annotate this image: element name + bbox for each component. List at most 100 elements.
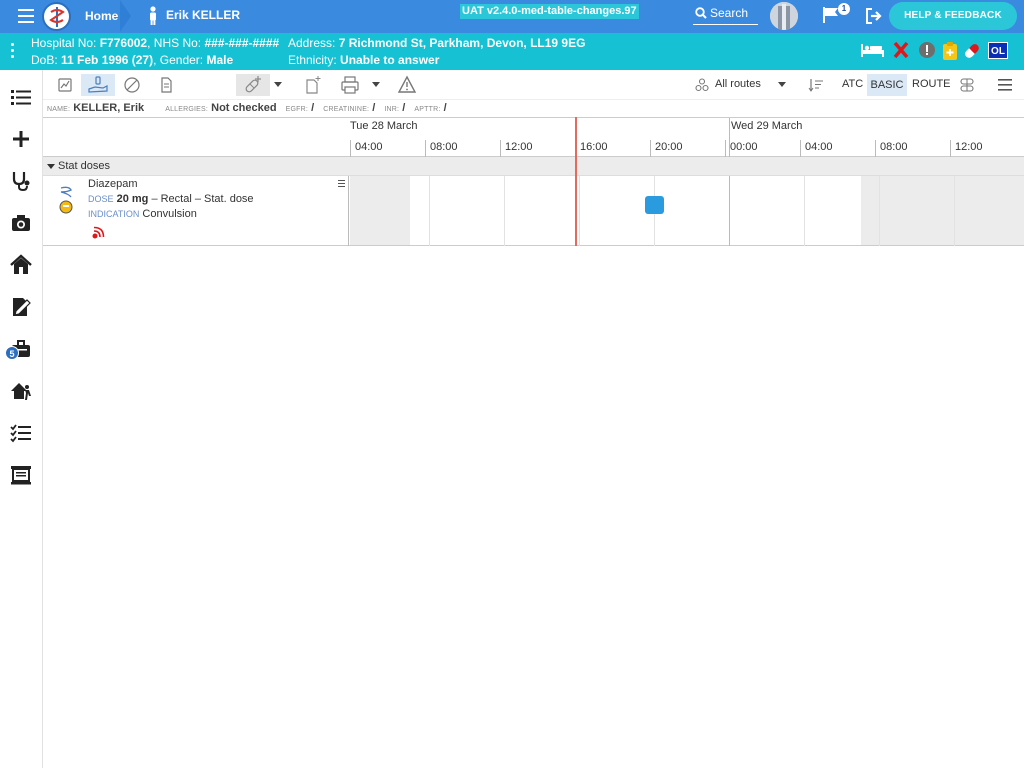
drug-row: Diazepam DOSE 20 mg – Rectal – Stat. dos…	[43, 176, 1024, 246]
top-nav-bar: Home Erik KELLER UAT v2.4.0-med-table-ch…	[0, 0, 1024, 33]
camera-icon[interactable]	[10, 212, 32, 234]
grid-line	[579, 176, 580, 246]
ol-badge[interactable]: OL	[988, 42, 1008, 59]
routes-icon	[695, 78, 709, 92]
chart-icon	[58, 78, 72, 92]
grid-line	[954, 176, 955, 246]
creatinine-label: CREATININE:	[323, 106, 370, 113]
dob-line: DoB: 11 Feb 1996 (27), Gender: Male	[31, 53, 234, 67]
search-button[interactable]: Search	[693, 3, 758, 25]
breadcrumb-patient[interactable]: Erik KELLER	[131, 0, 261, 33]
alert-icon[interactable]	[918, 41, 936, 59]
atc-view-button[interactable]: ATC	[842, 78, 863, 90]
hour-label: 12:00	[950, 140, 983, 157]
bed-icon[interactable]	[860, 41, 886, 59]
banner-menu-icon[interactable]	[11, 43, 15, 61]
user-avatar[interactable]	[770, 2, 798, 30]
drug-name: Diazepam	[88, 178, 138, 190]
toolbar-print-button[interactable]	[336, 74, 364, 96]
menu-icon[interactable]	[998, 79, 1014, 91]
grid-line	[729, 176, 730, 246]
gender-label: Gender:	[159, 53, 204, 67]
address-value: 7 Richmond St, Parkham, Devon, LL19 9EG	[338, 36, 586, 50]
address-line: Address: 7 Richmond St, Parkham, Devon, …	[288, 36, 585, 50]
toolbar-pill-button[interactable]	[118, 74, 146, 96]
hour-label: 04:00	[350, 140, 383, 157]
add-drug-icon	[245, 76, 261, 93]
toolbar-warning-button[interactable]	[393, 74, 421, 96]
collapse-caret-icon[interactable]	[47, 164, 55, 169]
chart-board-icon[interactable]	[10, 464, 32, 486]
date-label-day1: Tue 28 March	[350, 120, 418, 132]
hour-label: 16:00	[575, 140, 608, 157]
indication-label: INDICATION	[88, 209, 140, 219]
dose-marker[interactable]	[645, 196, 664, 214]
ethnicity-label: Ethnicity:	[288, 53, 337, 67]
hour-label: 20:00	[650, 140, 683, 157]
ethnicity-value: Unable to answer	[340, 53, 440, 67]
dob-label: DoB:	[31, 53, 58, 67]
hour-label: 08:00	[425, 140, 458, 157]
gender-value: Male	[206, 53, 234, 67]
grid-line	[429, 176, 430, 246]
nhs-no-label: NHS No:	[153, 36, 202, 50]
patient-info-line: NAME: KELLER, Erik ALLERGIES: Not checke…	[43, 100, 1024, 117]
dob-value: 11 Feb 1996 (27)	[61, 53, 154, 67]
hour-label: 12:00	[500, 140, 533, 157]
address-label: Address:	[288, 36, 336, 50]
avatar-icon	[770, 2, 798, 30]
routes-dropdown-caret[interactable]	[778, 82, 786, 87]
print-icon	[341, 76, 359, 94]
basic-view-button[interactable]: BASIC	[867, 74, 907, 96]
search-icon	[695, 7, 707, 19]
dose-value: 20 mg	[116, 193, 149, 205]
routes-filter[interactable]: All routes	[715, 78, 761, 90]
house-person-icon[interactable]	[10, 380, 32, 402]
list-icon[interactable]	[10, 86, 32, 108]
dose-details: – Rectal – Stat. dose	[151, 193, 254, 205]
version-badge: UAT v2.4.0-med-table-changes.97	[460, 4, 639, 19]
hour-label: 08:00	[875, 140, 908, 157]
inr-label: INR:	[384, 106, 400, 113]
edit-document-icon[interactable]	[10, 296, 32, 318]
stethoscope-icon[interactable]	[10, 170, 32, 192]
notification-badge: 1	[838, 3, 850, 15]
app-logo[interactable]	[42, 2, 71, 31]
toolbar-add-document-button[interactable]	[299, 74, 327, 96]
toolbar-document-button[interactable]	[152, 74, 180, 96]
close-x-icon[interactable]	[893, 41, 909, 59]
capsule-icon	[124, 77, 140, 93]
grid-line	[879, 176, 880, 246]
drug-info-cell[interactable]: Diazepam DOSE 20 mg – Rectal – Stat. dos…	[43, 176, 349, 246]
ethnicity-line: Ethnicity: Unable to answer	[288, 53, 439, 67]
nhs-no-value: ###-###-####	[204, 36, 280, 50]
name-value: KELLER, Erik	[73, 102, 145, 114]
logout-icon[interactable]	[865, 8, 883, 24]
indication-value: Convulsion	[142, 208, 197, 220]
checklist-icon[interactable]	[10, 422, 32, 444]
rectal-route-icon	[59, 186, 73, 214]
caduceus-icon	[49, 7, 65, 27]
dose-label: DOSE	[88, 194, 114, 204]
sort-icon[interactable]	[808, 78, 824, 92]
sidebar-badge: 5	[5, 346, 19, 360]
add-drug-dropdown-caret[interactable]	[274, 82, 282, 87]
toolbar-add-drug-button[interactable]	[236, 74, 270, 96]
home-icon[interactable]	[10, 254, 32, 276]
search-label: Search	[710, 6, 749, 20]
future-time-shade	[861, 176, 1024, 245]
print-dropdown-caret[interactable]	[372, 82, 380, 87]
toolbar-administer-button[interactable]	[81, 74, 115, 96]
stat-doses-section-header[interactable]: Stat doses	[43, 157, 1024, 176]
help-feedback-button[interactable]: HELP & FEEDBACK	[889, 2, 1017, 30]
hospital-number-line: Hospital No: F776002, NHS No: ###-###-##…	[31, 36, 280, 50]
add-icon[interactable]	[10, 128, 32, 150]
hamburger-menu-icon[interactable]	[18, 9, 34, 23]
row-menu-icon[interactable]	[338, 180, 345, 189]
route-view-button[interactable]: ROUTE	[912, 78, 951, 90]
toolbar-chart-button[interactable]	[51, 74, 79, 96]
pill-icon[interactable]	[962, 41, 982, 61]
allergies-value[interactable]: Not checked	[211, 102, 276, 114]
pill-group-icon[interactable]	[959, 77, 975, 93]
clipboard-icon[interactable]	[942, 41, 958, 61]
